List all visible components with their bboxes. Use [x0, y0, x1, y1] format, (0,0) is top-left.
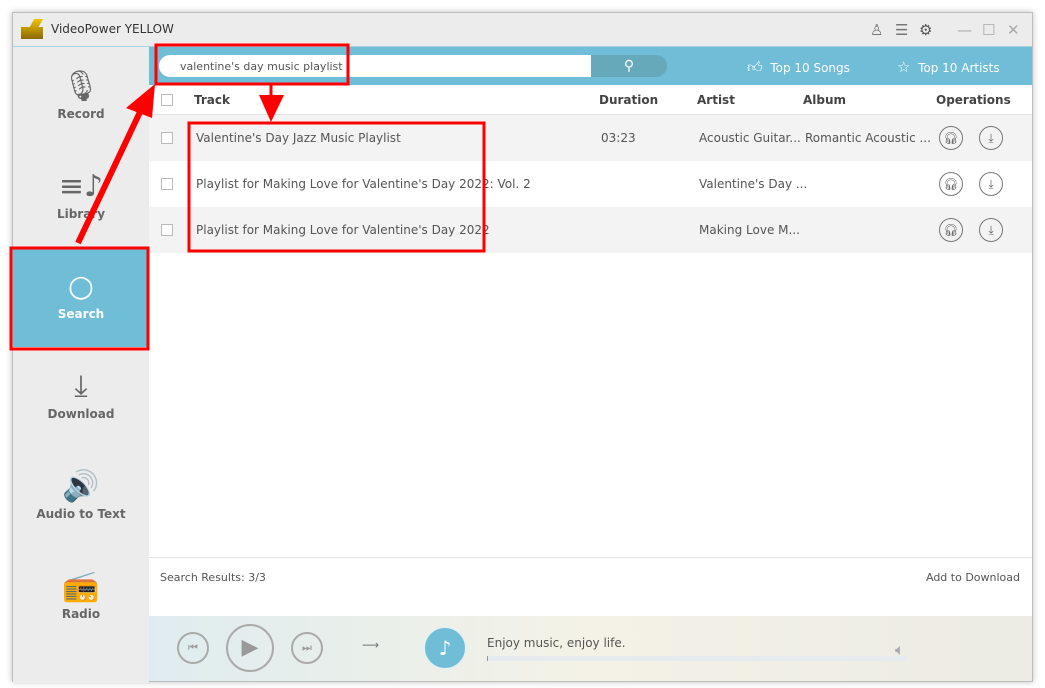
header-duration[interactable]: Duration	[599, 93, 658, 107]
gear-icon[interactable]: ⚙	[919, 21, 932, 39]
sidebar-item-label: Search	[57, 307, 105, 321]
search-icon: ⚲	[623, 58, 635, 74]
top-10-songs-link[interactable]: 👍︎ Top 10 Songs	[747, 58, 850, 77]
sidebar-item-label: Radio	[61, 607, 101, 621]
user-icon[interactable]: ♙	[870, 21, 883, 39]
radio-icon: 📻	[62, 569, 100, 604]
sidebar-item-label: Library	[56, 207, 106, 221]
header-operations: Operations	[936, 93, 1011, 107]
volume-icon[interactable]: 🔈︎	[895, 640, 905, 660]
headphones-icon[interactable]: 🎧︎	[939, 218, 963, 242]
maximize-icon[interactable]: ☐	[982, 21, 995, 39]
row-checkbox[interactable]	[161, 224, 173, 236]
top-artists-label: Top 10 Artists	[918, 61, 1000, 75]
header-album[interactable]: Album	[803, 93, 846, 107]
player-bar: ⏮ ▶ ⏭ ⟶ ♪ Enjoy music, enjoy life. 🔈︎	[149, 616, 1032, 681]
music-note-icon: ♪	[423, 626, 467, 670]
add-to-download-button[interactable]: Add to Download	[926, 571, 1020, 584]
search-results-count: Search Results: 3/3	[160, 571, 266, 584]
sidebar-item-label: Download	[47, 407, 115, 421]
sidebar-item-label: Record	[57, 107, 105, 121]
header-artist[interactable]: Artist	[697, 93, 735, 107]
row-checkbox[interactable]	[161, 132, 173, 144]
artist: Making Love M...	[699, 223, 800, 237]
top-songs-label: Top 10 Songs	[770, 61, 850, 75]
track-title: Playlist for Making Love for Valentine's…	[196, 177, 531, 191]
now-playing-text: Enjoy music, enjoy life.	[487, 636, 626, 650]
previous-button[interactable]: ⏮	[177, 632, 209, 664]
list-icon[interactable]: ☰	[895, 21, 908, 39]
results-footer: Search Results: 3/3 Add to Download	[149, 557, 1032, 597]
sidebar-item-download[interactable]: ⤓ Download	[13, 347, 149, 447]
search-button[interactable]: ⚲	[591, 55, 667, 77]
table-row[interactable]: Playlist for Making Love for Valentine's…	[149, 161, 1032, 207]
track-title: Valentine's Day Jazz Music Playlist	[196, 131, 401, 145]
app-window: VideoPower YELLOW ♙ ☰ ⚙ — ☐ ✕ 🎙 Record ≡♪…	[12, 12, 1033, 683]
headphones-icon[interactable]: 🎧︎	[939, 172, 963, 196]
repeat-mode-icon[interactable]: ⟶	[362, 638, 379, 652]
thumbs-up-icon: 👍︎	[747, 58, 763, 76]
main-panel: ⚲ 👍︎ Top 10 Songs ☆ Top 10 Artists Track…	[149, 47, 1032, 681]
artist: Acoustic Guitar...	[699, 131, 801, 145]
duration: 03:23	[601, 131, 636, 145]
play-button[interactable]: ▶	[226, 624, 274, 672]
title-bar: VideoPower YELLOW ♙ ☰ ⚙ — ☐ ✕	[13, 13, 1032, 47]
search-input[interactable]	[159, 55, 591, 77]
microphone-icon: 🎙	[61, 69, 101, 104]
progress-bar[interactable]	[487, 656, 907, 661]
headphones-icon[interactable]: 🎧︎	[939, 126, 963, 150]
music-list-icon: ≡♪	[58, 169, 104, 204]
sidebar-item-radio[interactable]: 📻 Radio	[13, 547, 149, 647]
sidebar-item-label: Audio to Text	[36, 507, 126, 521]
sidebar-item-search[interactable]: ○ Search	[13, 247, 149, 347]
download-icon[interactable]: ⤓	[979, 172, 1003, 196]
next-button[interactable]: ⏭	[291, 632, 323, 664]
download-icon[interactable]: ⤓	[979, 218, 1003, 242]
artist: Valentine's Day ...	[699, 177, 808, 191]
app-title: VideoPower YELLOW	[51, 22, 174, 36]
table-row[interactable]: Playlist for Making Love for Valentine's…	[149, 207, 1032, 253]
search-bar: ⚲ 👍︎ Top 10 Songs ☆ Top 10 Artists	[149, 47, 1032, 85]
album: Romantic Acoustic ...	[805, 131, 931, 145]
close-icon[interactable]: ✕	[1007, 21, 1020, 39]
star-icon: ☆	[897, 58, 911, 76]
row-checkbox[interactable]	[161, 178, 173, 190]
speaker-icon: 🔊	[62, 469, 100, 504]
app-logo	[21, 19, 43, 39]
select-all-checkbox[interactable]	[161, 94, 173, 106]
track-title: Playlist for Making Love for Valentine's…	[196, 223, 490, 237]
sidebar-item-record[interactable]: 🎙 Record	[13, 47, 149, 147]
download-icon[interactable]: ⤓	[979, 126, 1003, 150]
download-icon: ⤓	[74, 369, 88, 404]
sidebar-item-audio-to-text[interactable]: 🔊 Audio to Text	[13, 447, 149, 547]
table-header: Track Duration Artist Album Operations	[149, 85, 1032, 115]
minimize-icon[interactable]: —	[957, 21, 972, 39]
search-icon: ○	[67, 269, 95, 304]
header-track[interactable]: Track	[194, 93, 230, 107]
sidebar-item-library[interactable]: ≡♪ Library	[13, 147, 149, 247]
top-10-artists-link[interactable]: ☆ Top 10 Artists	[897, 58, 1000, 76]
table-row[interactable]: Valentine's Day Jazz Music Playlist 03:2…	[149, 115, 1032, 161]
sidebar: 🎙 Record ≡♪ Library ○ Search ⤓ Download 🔊 Aud…	[13, 47, 149, 683]
